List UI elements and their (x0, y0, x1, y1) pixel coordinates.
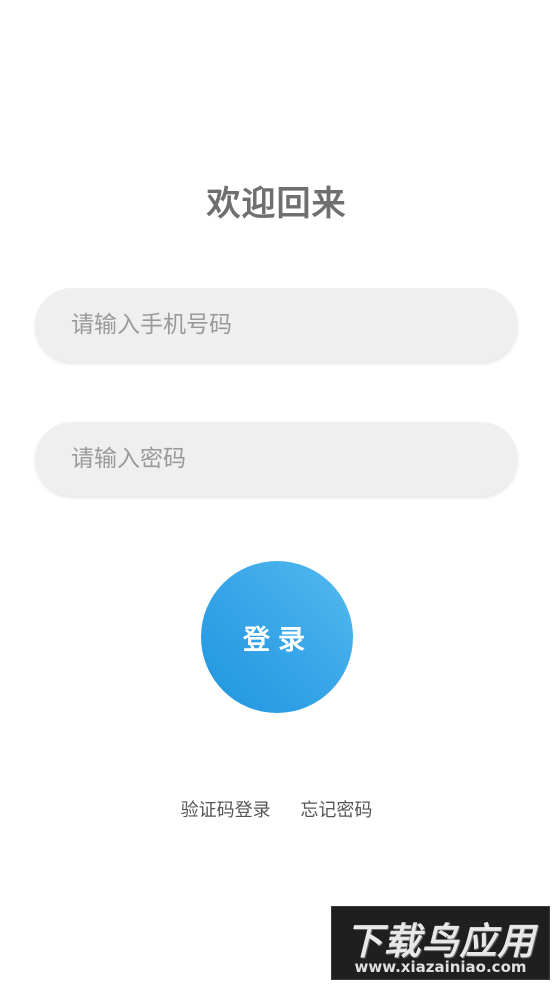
auxiliary-links: 验证码登录 忘记密码 (0, 796, 553, 822)
password-input[interactable] (35, 422, 518, 496)
login-screen: 欢迎回来 登录 验证码登录 忘记密码 下载鸟应用 www.xiazainiao.… (0, 0, 553, 984)
sms-code-login-link[interactable]: 验证码登录 (181, 796, 271, 822)
login-button[interactable]: 登录 (201, 561, 353, 713)
password-field-container (35, 422, 518, 496)
watermark-text: 下载鸟应用 (345, 919, 536, 963)
phone-input[interactable] (35, 288, 518, 362)
phone-field-container (35, 288, 518, 362)
watermark-logo: 下载鸟应用 www.xiazainiao.com (331, 906, 550, 980)
page-title: 欢迎回来 (206, 184, 347, 224)
forgot-password-link[interactable]: 忘记密码 (300, 796, 372, 822)
watermark-url: www.xiazainiao.com (354, 958, 527, 976)
